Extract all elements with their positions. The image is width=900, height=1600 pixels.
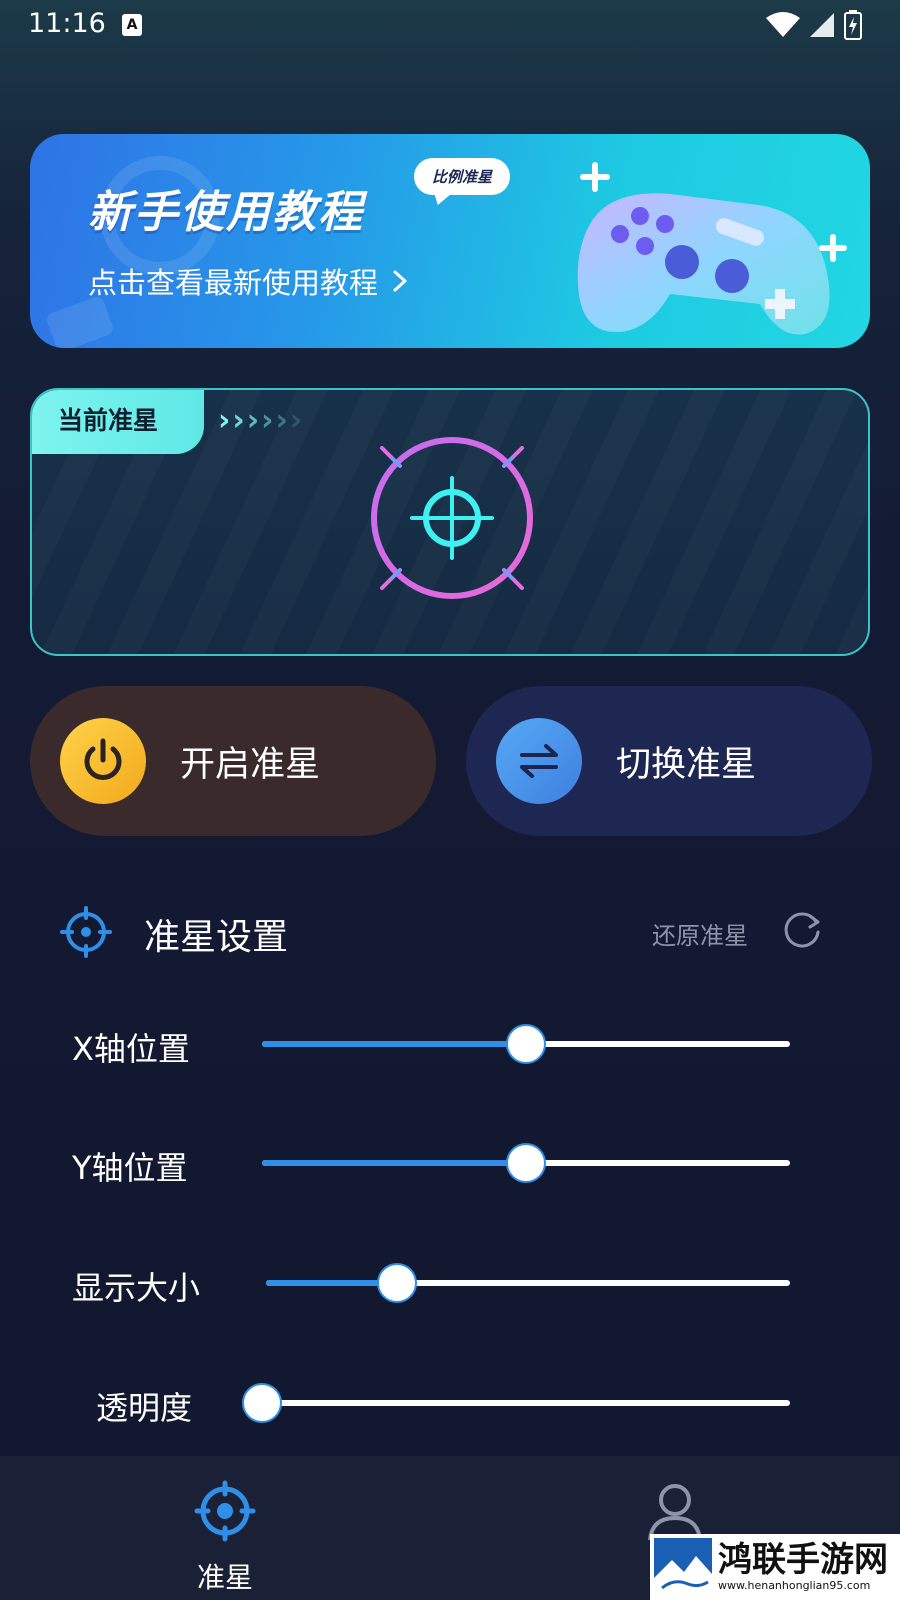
battery-icon <box>844 10 862 40</box>
tutorial-banner[interactable]: 新手使用教程 比例准星 点击查看最新使用教程 <box>30 134 870 348</box>
size-slider-row: 显示大小 <box>0 1253 900 1313</box>
status-time: 11:16 <box>28 8 106 39</box>
watermark-logo-icon <box>654 1538 712 1596</box>
settings-header: 准星设置 还原准星 <box>60 900 840 960</box>
power-icon <box>84 738 122 780</box>
chevron-right-icon <box>393 270 407 292</box>
nav-label: 准星 <box>196 1561 253 1594</box>
x-position-slider[interactable] <box>262 1024 790 1064</box>
nav-item-crosshair[interactable]: 准星 <box>165 1480 285 1596</box>
status-bar: 11:16 A <box>0 0 900 50</box>
banner-title: 新手使用教程 <box>88 187 364 238</box>
refresh-icon[interactable] <box>780 908 824 952</box>
slider-fill <box>262 1160 526 1166</box>
power-icon-circle <box>60 718 146 804</box>
opacity-slider-row: 透明度 <box>0 1373 900 1433</box>
arrow-icon: › <box>246 403 260 438</box>
slider-label: Y轴位置 <box>72 1149 188 1187</box>
banner-subtitle-link[interactable]: 点击查看最新使用教程 <box>88 260 408 302</box>
signal-icon <box>810 13 834 37</box>
swap-icon-circle <box>496 718 582 804</box>
banner-subtitle: 点击查看最新使用教程 <box>88 266 379 300</box>
notification-icon: A <box>122 14 142 36</box>
panel-arrows: › › › › › › <box>218 404 302 438</box>
slider-label: 显示大小 <box>72 1269 201 1307</box>
banner-decoration <box>44 294 116 348</box>
wifi-icon <box>766 12 800 37</box>
y-position-slider-row: Y轴位置 <box>0 1133 900 1193</box>
switch-crosshair-button[interactable]: 切换准星 <box>466 686 872 836</box>
current-crosshair-panel: 当前准星 › › › › › › <box>30 388 870 656</box>
slider-thumb[interactable] <box>377 1263 417 1303</box>
crosshair-preview-icon <box>371 437 533 599</box>
slider-label: 透明度 <box>96 1389 193 1427</box>
arrow-icon: › <box>261 403 274 438</box>
crosshair-icon <box>194 1480 256 1542</box>
gamepad-icon <box>577 162 847 335</box>
user-icon <box>648 1484 702 1541</box>
arrow-icon: › <box>289 403 303 438</box>
arrow-icon: › <box>218 403 231 438</box>
settings-title: 准星设置 <box>144 917 289 958</box>
open-crosshair-button[interactable]: 开启准星 <box>30 686 436 836</box>
banner-tag: 比例准星 <box>414 158 511 195</box>
watermark-title: 鸿联手游网 <box>718 1540 888 1580</box>
y-position-slider[interactable] <box>262 1143 790 1183</box>
swap-icon <box>520 744 558 778</box>
restore-crosshair-button[interactable]: 还原准星 <box>652 916 748 951</box>
status-icons <box>766 10 862 40</box>
watermark: 鸿联手游网 www.henanhonglian95.com <box>650 1534 900 1600</box>
panel-tab-label: 当前准星 <box>32 390 204 454</box>
opacity-slider[interactable] <box>242 1383 790 1423</box>
slider-thumb[interactable] <box>506 1024 546 1064</box>
open-crosshair-label: 开启准星 <box>180 744 321 785</box>
watermark-url: www.henanhonglian95.com <box>718 1579 871 1592</box>
slider-thumb[interactable] <box>506 1143 546 1183</box>
switch-crosshair-label: 切换准星 <box>616 744 757 785</box>
slider-fill <box>262 1041 526 1047</box>
slider-thumb[interactable] <box>242 1383 282 1423</box>
x-position-slider-row: X轴位置 <box>0 1014 900 1074</box>
size-slider[interactable] <box>266 1263 790 1303</box>
arrow-icon: › <box>232 403 245 438</box>
crosshair-icon <box>60 906 112 958</box>
arrow-icon: › <box>275 403 288 438</box>
slider-label: X轴位置 <box>72 1030 190 1068</box>
